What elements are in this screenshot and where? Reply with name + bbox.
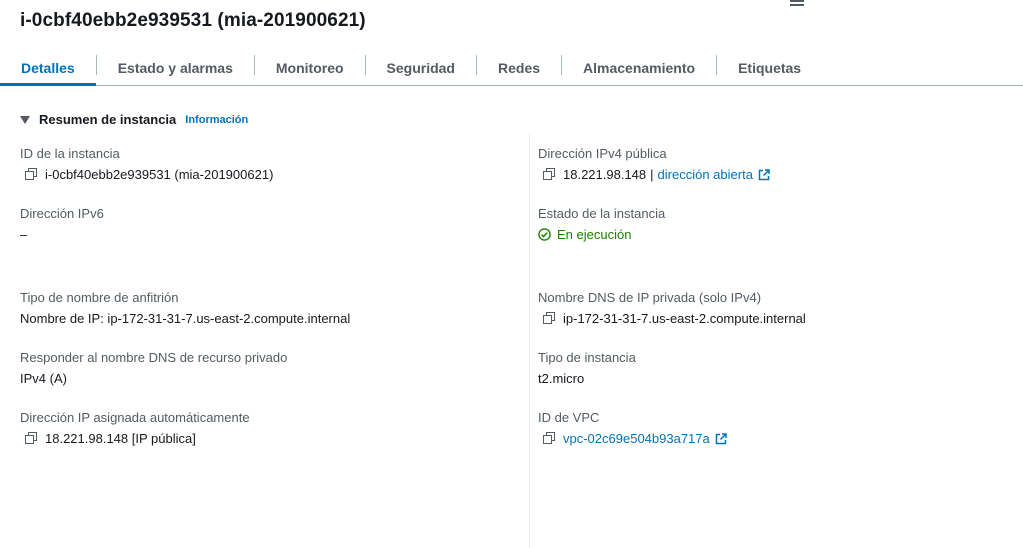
field-label: ID de la instancia	[20, 146, 120, 161]
tab-detalles[interactable]: Detalles	[0, 50, 96, 86]
field-public-ipv4: Dirección IPv4 pública 18.221.98.148 | d…	[538, 146, 770, 182]
copy-icon[interactable]	[543, 432, 556, 445]
section-header[interactable]: Resumen de instancia Información	[20, 112, 248, 127]
field-auto-ip: Dirección IP asignada automáticamente 18…	[20, 410, 250, 446]
field-label: Tipo de nombre de anfitrión	[20, 290, 179, 305]
info-link[interactable]: Información	[185, 114, 248, 126]
copy-icon[interactable]	[25, 168, 38, 181]
dns-respond-value: IPv4 (A)	[20, 371, 67, 386]
instance-state-value: En ejecución	[557, 227, 632, 242]
ipv6-value: –	[20, 227, 28, 242]
field-label: Estado de la instancia	[538, 206, 666, 221]
vpc-link[interactable]: vpc-02c69e504b93a717a	[563, 431, 710, 446]
open-address-link[interactable]: dirección abierta	[658, 167, 753, 182]
tab-seguridad[interactable]: Seguridad	[366, 50, 476, 85]
field-private-dns: Nombre DNS de IP privada (solo IPv4) ip-…	[538, 290, 806, 326]
copy-icon[interactable]	[543, 312, 556, 325]
section-title: Resumen de instancia	[39, 112, 177, 127]
field-ipv6: Dirección IPv6 –	[20, 206, 104, 242]
tab-etiquetas[interactable]: Etiquetas	[717, 50, 822, 85]
private-dns-value: ip-172-31-31-7.us-east-2.compute.interna…	[563, 311, 806, 326]
field-label: ID de VPC	[538, 410, 600, 425]
tab-almacenamiento[interactable]: Almacenamiento	[562, 50, 716, 85]
menu-icon[interactable]	[790, 0, 804, 8]
field-instance-id: ID de la instancia i-0cbf40ebb2e939531 (…	[20, 146, 273, 182]
tab-monitoreo[interactable]: Monitoreo	[255, 50, 365, 85]
field-label: Dirección IPv4 pública	[538, 146, 667, 161]
field-label: Dirección IPv6	[20, 206, 104, 221]
caret-down-icon[interactable]	[20, 115, 30, 124]
field-dns-respond: Responder al nombre DNS de recurso priva…	[20, 350, 287, 386]
page-title: i-0cbf40ebb2e939531 (mia-201900621)	[20, 10, 366, 31]
field-instance-type: Tipo de instancia t2.micro	[538, 350, 636, 386]
tab-estado-alarmas[interactable]: Estado y alarmas	[97, 50, 254, 85]
auto-ip-value: 18.221.98.148 [IP pública]	[45, 431, 196, 446]
external-link-icon[interactable]	[715, 432, 727, 445]
field-instance-state: Estado de la instancia En ejecución	[538, 206, 665, 242]
field-label: Dirección IP asignada automáticamente	[20, 410, 250, 425]
copy-icon[interactable]	[543, 168, 556, 181]
field-hostname-type: Tipo de nombre de anfitrión Nombre de IP…	[20, 290, 350, 326]
field-vpc-id: ID de VPC vpc-02c69e504b93a717a	[538, 410, 727, 446]
field-label: Responder al nombre DNS de recurso priva…	[20, 350, 288, 365]
field-label: Tipo de instancia	[538, 350, 636, 365]
column-divider	[529, 134, 530, 548]
external-link-icon[interactable]	[758, 168, 770, 181]
instance-type-value: t2.micro	[538, 371, 585, 386]
copy-icon[interactable]	[25, 432, 38, 445]
hostname-type-value: Nombre de IP: ip-172-31-31-7.us-east-2.c…	[20, 311, 351, 326]
field-label: Nombre DNS de IP privada (solo IPv4)	[538, 290, 762, 305]
tab-redes[interactable]: Redes	[477, 50, 561, 85]
instance-id-value: i-0cbf40ebb2e939531 (mia-201900621)	[45, 167, 274, 182]
status-ok-icon	[538, 228, 551, 241]
separator: |	[650, 167, 654, 182]
tab-bar: Detalles Estado y alarmas Monitoreo Segu…	[0, 50, 1023, 86]
public-ipv4-value: 18.221.98.148	[563, 167, 647, 182]
